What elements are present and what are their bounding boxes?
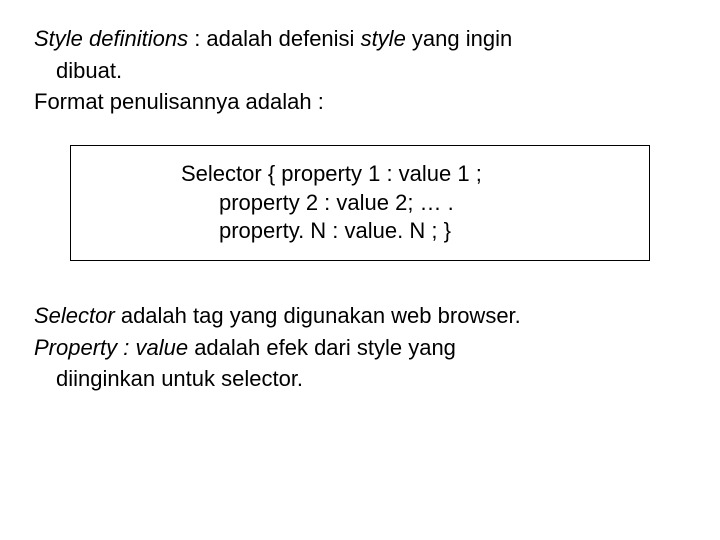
line-1: Style definitions : adalah defenisi styl… [34,24,686,54]
syntax-box: Selector { property 1 : value 1 ; proper… [70,145,650,261]
text-fragment: dibuat. [56,58,122,83]
text-fragment: Format penulisannya adalah : [34,89,324,114]
line-3: diinginkan untuk selector. [34,364,686,394]
line-2: dibuat. [34,56,686,86]
line-2: Property : value adalah efek dari style … [34,333,686,363]
text-fragment: : adalah defenisi [188,26,360,51]
code-line-2: property 2 : value 2; … . [81,189,639,218]
term-style-definitions: Style definitions [34,26,188,51]
text-fragment: adalah tag yang digunakan web browser. [115,303,521,328]
paragraph-style-definitions: Style definitions : adalah defenisi styl… [34,24,686,117]
paragraph-selector-property: Selector adalah tag yang digunakan web b… [34,301,686,394]
text-fragment: diinginkan untuk selector. [56,366,303,391]
term-style: style [361,26,406,51]
code-line-1: Selector { property 1 : value 1 ; [81,160,639,189]
line-3: Format penulisannya adalah : [34,87,686,117]
code-line-3: property. N : value. N ; } [81,217,639,246]
text-fragment: adalah efek dari style yang [188,335,456,360]
line-1: Selector adalah tag yang digunakan web b… [34,301,686,331]
term-selector: Selector [34,303,115,328]
text-fragment: yang ingin [406,26,512,51]
term-property-value: Property : value [34,335,188,360]
